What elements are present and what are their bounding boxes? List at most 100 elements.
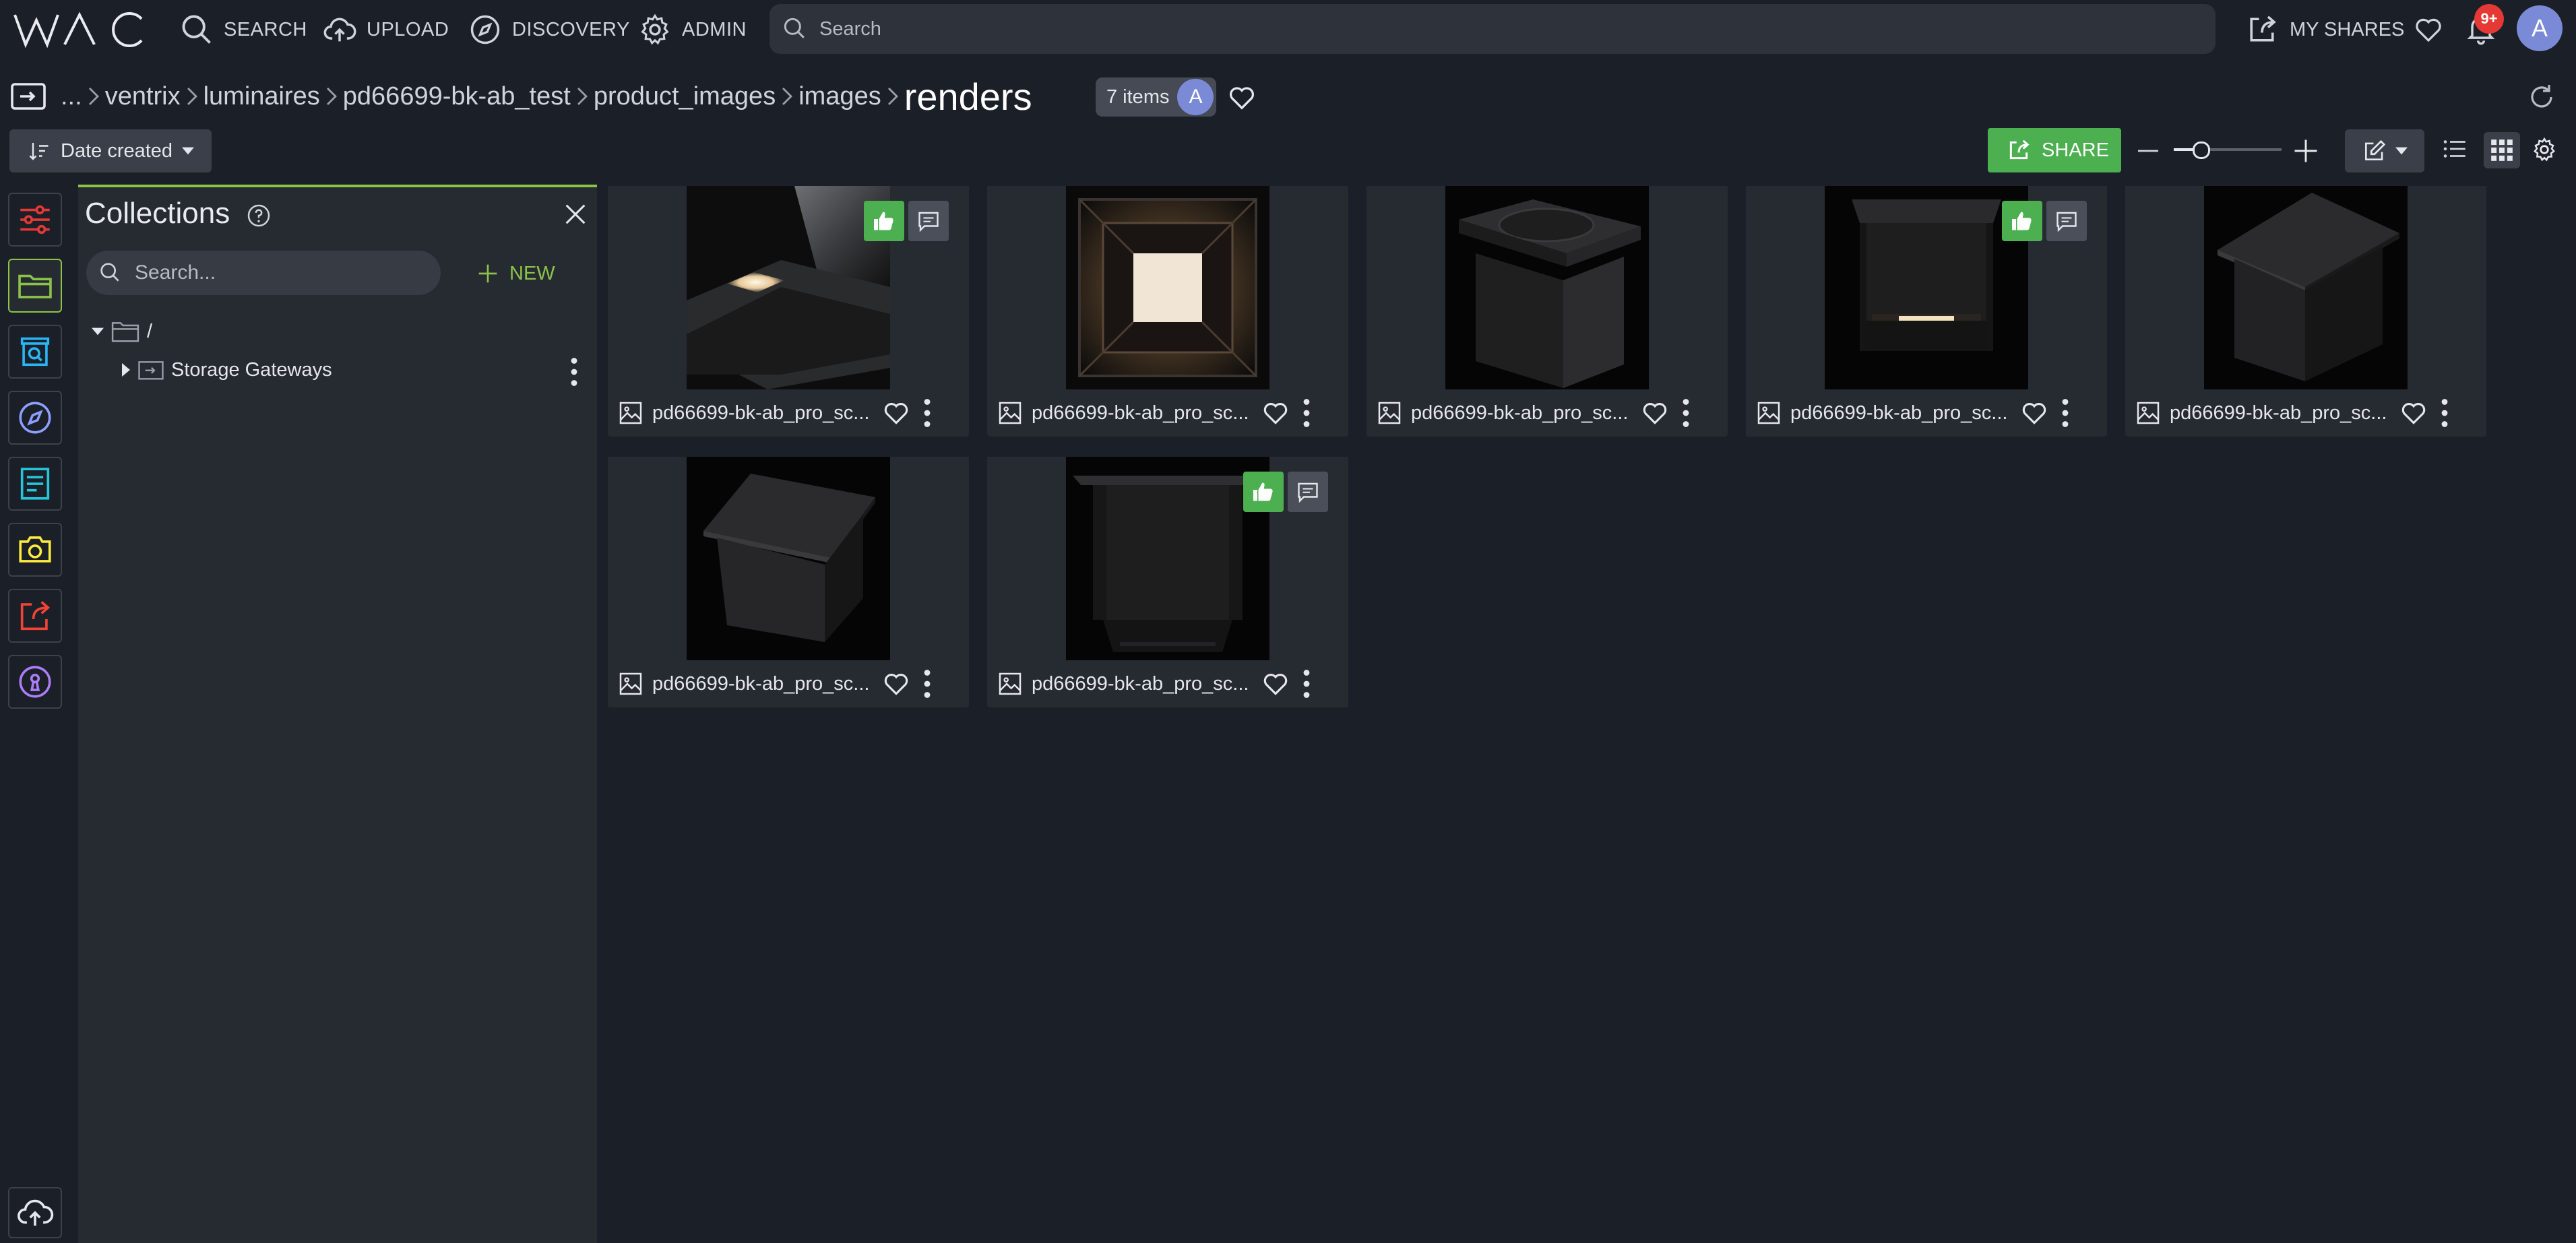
comment-button[interactable] (1288, 472, 1328, 512)
plus-icon (478, 264, 497, 283)
collections-panel: Collections NEW / Storage Gateways (78, 185, 597, 1243)
breadcrumb-item-ventrix[interactable]: ventrix (105, 82, 181, 111)
asset-thumbnail[interactable] (987, 186, 1348, 389)
rail-security-button[interactable] (8, 655, 62, 709)
rail-shares-button[interactable] (8, 589, 62, 643)
help-button[interactable] (245, 202, 272, 229)
nav-upload-label: UPLOAD (367, 18, 449, 40)
sort-icon (29, 143, 49, 160)
asset-card[interactable]: pd66699-bk-ab_pro_sc... (2125, 186, 2486, 437)
more-vertical-icon[interactable] (1302, 669, 1311, 699)
heart-icon[interactable] (1261, 398, 1290, 428)
zoom-slider-thumb[interactable] (2193, 141, 2210, 159)
plus-icon (2294, 139, 2317, 162)
chevron-right-icon (82, 87, 105, 106)
more-vertical-icon[interactable] (2061, 398, 2069, 428)
asset-thumbnail[interactable] (608, 457, 969, 660)
asset-name[interactable]: pd66699-bk-ab_pro_sc... (652, 673, 875, 695)
more-vertical-icon[interactable] (2441, 398, 2449, 428)
tree-item-menu-button[interactable] (570, 357, 578, 387)
owner-avatar[interactable]: A (1177, 79, 1214, 115)
rail-collections-button[interactable] (8, 259, 62, 313)
nav-search-button[interactable]: SEARCH (179, 12, 307, 47)
more-vertical-icon[interactable] (1302, 398, 1311, 428)
folder-favorite-button[interactable] (1226, 82, 1257, 113)
global-search-input[interactable] (818, 17, 2101, 41)
asset-card[interactable]: pd66699-bk-ab_pro_sc... (608, 186, 969, 437)
comment-button[interactable] (908, 201, 949, 241)
asset-name[interactable]: pd66699-bk-ab_pro_sc... (2170, 402, 2392, 424)
grid-view-button[interactable] (2484, 132, 2520, 168)
heart-icon[interactable] (1261, 669, 1290, 699)
bulk-edit-dropdown[interactable] (2345, 129, 2424, 172)
rail-upload-status-button[interactable] (8, 1187, 62, 1238)
rail-saved-search-button[interactable] (8, 325, 62, 379)
asset-name[interactable]: pd66699-bk-ab_pro_sc... (1790, 402, 2013, 424)
new-collection-button[interactable]: NEW (474, 255, 555, 292)
view-settings-button[interactable] (2531, 136, 2558, 163)
favorites-button[interactable] (2412, 13, 2445, 46)
asset-card[interactable]: pd66699-bk-ab_pro_sc... (1746, 186, 2107, 437)
comment-button[interactable] (2046, 201, 2087, 241)
image-icon (1378, 402, 1401, 424)
approve-button[interactable] (864, 201, 904, 241)
global-search[interactable] (769, 4, 2216, 54)
rail-camera-button[interactable] (8, 523, 62, 577)
more-vertical-icon[interactable] (1682, 398, 1690, 428)
nav-discovery-button[interactable]: DISCOVERY (468, 12, 630, 47)
caret-down-icon[interactable] (92, 327, 104, 336)
heart-icon[interactable] (881, 398, 911, 428)
tree-root[interactable]: / (92, 319, 152, 344)
compass-icon (19, 402, 51, 434)
caret-right-icon[interactable] (121, 363, 131, 377)
user-avatar[interactable]: A (2517, 5, 2563, 51)
more-vertical-icon[interactable] (923, 669, 931, 699)
breadcrumb-ellipsis[interactable]: ... (61, 82, 82, 111)
rail-discovery-button[interactable] (8, 391, 62, 445)
nav-admin-button[interactable]: ADMIN (637, 12, 747, 47)
asset-name[interactable]: pd66699-bk-ab_pro_sc... (652, 402, 875, 424)
heart-icon[interactable] (1640, 398, 1670, 428)
heart-icon[interactable] (2399, 398, 2428, 428)
asset-name[interactable]: pd66699-bk-ab_pro_sc... (1032, 402, 1254, 424)
breadcrumb-item-product-images[interactable]: product_images (594, 82, 776, 111)
help-circle-icon (247, 204, 270, 227)
asset-thumbnail[interactable] (1366, 186, 1728, 389)
asset-thumbnail[interactable] (2125, 186, 2486, 389)
item-count-label: 7 items (1106, 86, 1170, 108)
asset-name[interactable]: pd66699-bk-ab_pro_sc... (1411, 402, 1633, 424)
more-vertical-icon[interactable] (923, 398, 931, 428)
document-list-icon (20, 468, 50, 500)
share-button[interactable]: SHARE (1988, 128, 2121, 172)
asset-card[interactable]: pd66699-bk-ab_pro_sc... (987, 457, 1348, 707)
caret-down-icon (2395, 147, 2408, 155)
heart-icon[interactable] (881, 669, 911, 699)
gear-icon (641, 13, 669, 45)
nav-upload-button[interactable]: UPLOAD (322, 12, 449, 47)
sort-label: Date created (61, 139, 173, 162)
asset-name[interactable]: pd66699-bk-ab_pro_sc... (1032, 673, 1254, 695)
rail-lists-button[interactable] (8, 457, 62, 511)
breadcrumb-item-images[interactable]: images (798, 82, 881, 111)
zoom-in-button[interactable] (2291, 136, 2321, 166)
asset-card[interactable]: pd66699-bk-ab_pro_sc... (608, 457, 969, 707)
list-view-button[interactable] (2441, 135, 2469, 163)
approve-button[interactable] (2002, 201, 2042, 241)
refresh-button[interactable] (2525, 81, 2558, 113)
asset-card[interactable]: pd66699-bk-ab_pro_sc... (1366, 186, 1728, 437)
approve-button[interactable] (1243, 472, 1284, 512)
close-panel-button[interactable] (562, 201, 589, 228)
my-shares-button[interactable]: MY SHARES (2244, 12, 2404, 47)
collections-search-input[interactable] (133, 261, 419, 285)
tree-item-storage-gateways[interactable]: Storage Gateways (121, 358, 332, 381)
asset-card[interactable]: pd66699-bk-ab_pro_sc... (987, 186, 1348, 437)
collections-search[interactable] (86, 251, 441, 295)
sort-dropdown[interactable]: Date created (9, 129, 212, 172)
folder-enter-icon[interactable] (9, 80, 47, 113)
breadcrumb-item-luminaires[interactable]: luminaires (203, 82, 320, 111)
heart-icon[interactable] (2019, 398, 2049, 428)
app-logo[interactable] (12, 11, 147, 49)
rail-filters-button[interactable] (8, 193, 62, 247)
breadcrumb-item-test[interactable]: pd66699-bk-ab_test (343, 82, 571, 111)
zoom-out-button[interactable] (2135, 137, 2162, 164)
